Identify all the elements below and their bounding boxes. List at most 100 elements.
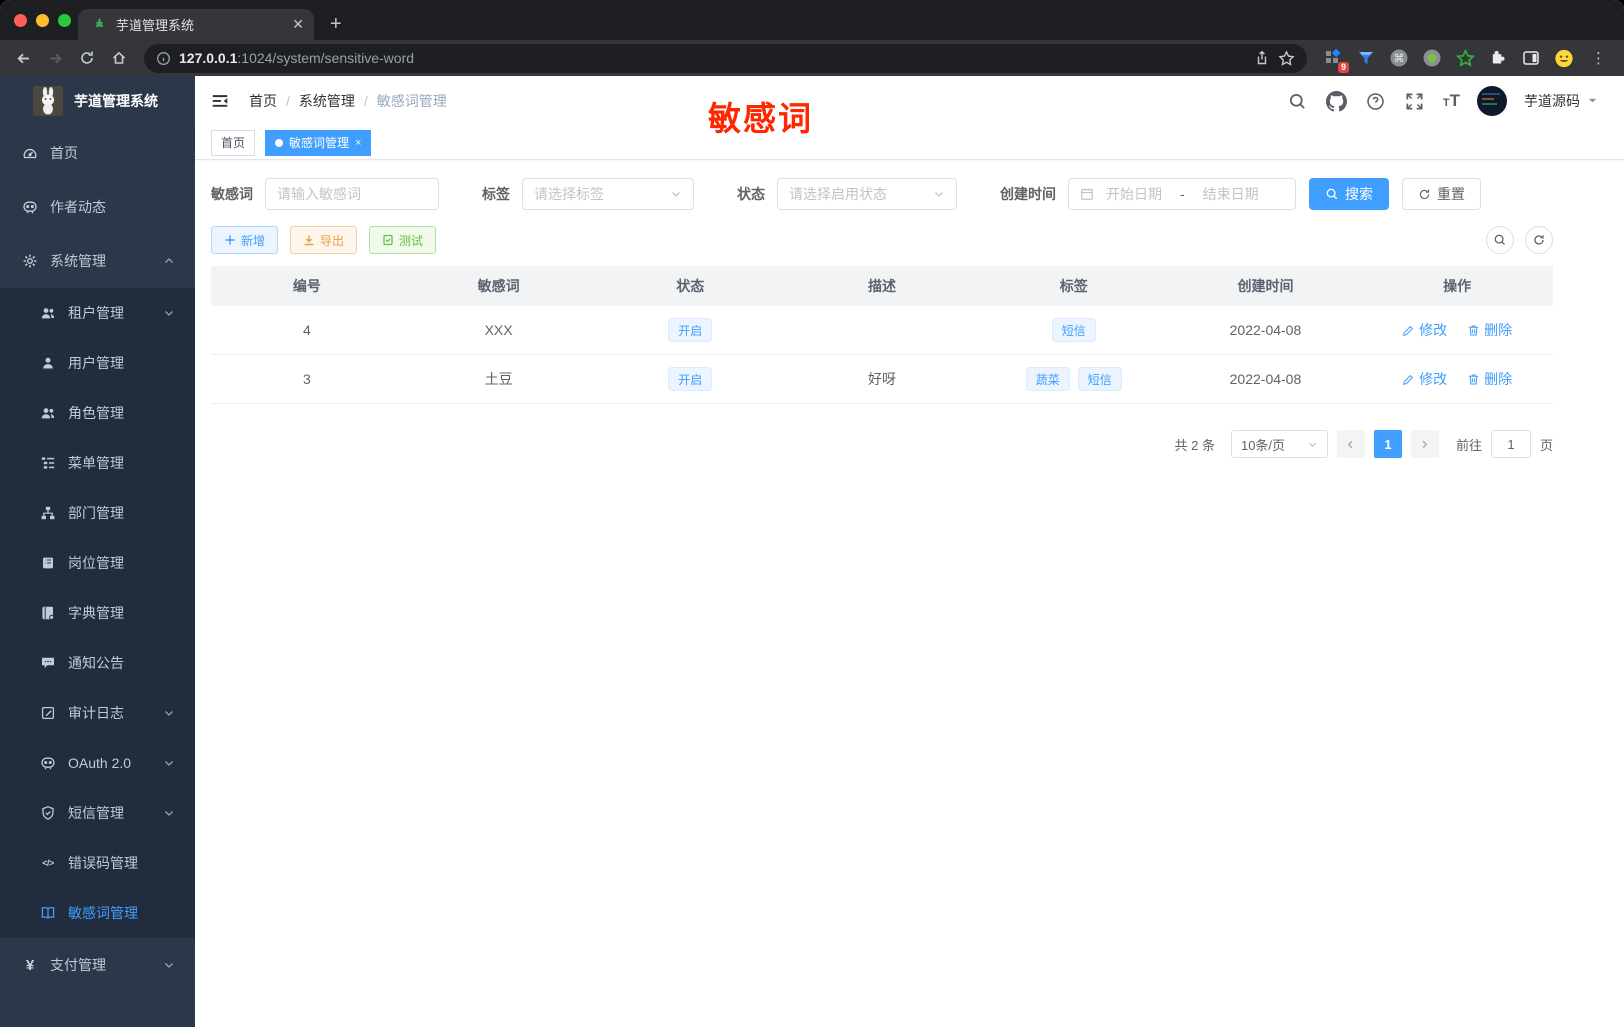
user-menu[interactable]: 芋道源码 <box>1524 91 1598 111</box>
date-range-picker[interactable]: 开始日期 - 结束日期 <box>1068 178 1296 210</box>
gear-icon <box>22 253 38 269</box>
sidebar-item-作者动态[interactable]: 作者动态 <box>0 180 195 234</box>
yen-icon: ¥ <box>25 956 35 974</box>
github-icon[interactable] <box>1326 90 1348 112</box>
active-dot <box>275 138 284 147</box>
sidebar-item-OAuth-2.0[interactable]: OAuth 2.0 <box>0 738 195 788</box>
table-body: 4 XXX 开启 短信 2022-04-08 修改 删除 3 土豆 开启 好呀 蔬菜 短信 2022-04… <box>211 306 1553 404</box>
record-extension-icon[interactable] <box>1422 48 1442 68</box>
tag-tab-sensitive-word[interactable]: 敏感词管理 × <box>265 129 372 156</box>
status-select[interactable]: 请选择启用状态 <box>777 178 957 210</box>
new-tab-button[interactable]: + <box>330 14 342 34</box>
app-header: 首页 / 系统管理 / 敏感词管理 T T 芋道源码 <box>195 76 1624 126</box>
funnel-extension-icon[interactable] <box>1356 48 1376 68</box>
url-bar[interactable]: 127.0.0.1:1024/system/sensitive-word <box>144 43 1307 73</box>
puzzle-extensions-icon[interactable] <box>1488 48 1508 68</box>
share-icon[interactable] <box>1254 50 1270 66</box>
delete-link[interactable]: 删除 <box>1467 320 1512 340</box>
chevron-down-icon <box>163 707 175 719</box>
font-size-icon[interactable]: TT <box>1443 91 1460 111</box>
browser-menu-icon[interactable]: ⋮ <box>1587 49 1610 67</box>
breadcrumb-home[interactable]: 首页 <box>249 91 277 111</box>
show-search-toggle-button[interactable] <box>1486 226 1514 254</box>
sidebar-item-角色管理[interactable]: 角色管理 <box>0 388 195 438</box>
user-avatar[interactable] <box>1477 86 1507 116</box>
audit-log-icon <box>40 705 56 721</box>
collapse-sidebar-icon[interactable] <box>209 90 231 112</box>
sidebar-item-敏感词管理[interactable]: 敏感词管理 <box>0 888 195 938</box>
breadcrumb-system[interactable]: 系统管理 <box>299 91 355 111</box>
sidebar-item-岗位管理[interactable]: 岗位管理 <box>0 538 195 588</box>
keyword-label: 敏感词 <box>211 186 253 202</box>
sidebar-item-label: 错误码管理 <box>68 855 138 871</box>
edit-link[interactable]: 修改 <box>1402 320 1447 340</box>
chevron-down-icon <box>933 188 945 200</box>
post-icon <box>40 555 56 571</box>
org-icon <box>40 505 56 521</box>
cell-desc: 好呀 <box>868 371 897 387</box>
column-header: 编号 <box>292 278 321 294</box>
keyword-input[interactable] <box>277 186 427 202</box>
fullscreen-icon[interactable] <box>1404 90 1426 112</box>
sidebar-item-label: 系统管理 <box>50 253 106 269</box>
export-button[interactable]: 导出 <box>290 226 358 254</box>
test-button[interactable]: 测试 <box>369 226 437 254</box>
sidebar-item-通知公告[interactable]: 通知公告 <box>0 638 195 688</box>
command-extension-icon[interactable]: ⌘ <box>1389 48 1409 68</box>
sidebar-item-字典管理[interactable]: 字典管理 <box>0 588 195 638</box>
chevron-down-icon <box>163 807 175 819</box>
sidebar-item-首页[interactable]: 首页 <box>0 126 195 180</box>
sidebar-item-部门管理[interactable]: 部门管理 <box>0 488 195 538</box>
bookmark-star-icon[interactable] <box>1278 49 1295 67</box>
sidebar-item-短信管理[interactable]: 短信管理 <box>0 788 195 838</box>
search-icon[interactable] <box>1287 90 1309 112</box>
sidebar-item-租户管理[interactable]: 租户管理 <box>0 288 195 338</box>
dict-icon <box>40 605 56 621</box>
site-info-icon[interactable] <box>156 51 171 66</box>
prev-page-button[interactable] <box>1336 430 1365 458</box>
book-icon <box>40 905 56 921</box>
search-form: 敏感词 标签 请选择标签 状态 <box>211 178 1553 210</box>
page-number-1[interactable]: 1 <box>1373 430 1402 458</box>
help-icon[interactable] <box>1365 90 1387 112</box>
back-button[interactable] <box>10 45 36 71</box>
cell-tags: 蔬菜 短信 <box>978 367 1170 391</box>
sidebar-item-label: 角色管理 <box>68 405 124 421</box>
sidebar-item-审计日志[interactable]: 审计日志 <box>0 688 195 738</box>
zoom-window-button[interactable] <box>58 14 71 27</box>
delete-link[interactable]: 删除 <box>1467 369 1512 389</box>
sidebar-item-错误码管理[interactable]: </> 错误码管理 <box>0 838 195 888</box>
sidebar-item-系统管理[interactable]: 系统管理 <box>0 234 195 288</box>
sidebar-item-菜单管理[interactable]: 菜单管理 <box>0 438 195 488</box>
forward-button[interactable] <box>42 45 68 71</box>
tag-select[interactable]: 请选择标签 <box>522 178 694 210</box>
sidebar-item-支付管理[interactable]: ¥ 支付管理 <box>0 938 195 992</box>
edit-pen-icon <box>1402 324 1415 337</box>
next-page-button[interactable] <box>1410 430 1439 458</box>
sidebar-logo[interactable]: 芋道管理系统 <box>0 76 195 126</box>
status-label: 状态 <box>737 186 765 202</box>
goto-page-input[interactable] <box>1490 430 1531 458</box>
grid-diamond-extension-icon[interactable]: 9 <box>1323 48 1349 73</box>
edit-link[interactable]: 修改 <box>1402 369 1447 389</box>
reset-button[interactable]: 重置 <box>1402 178 1481 210</box>
table-toolbar: 新增 导出 测试 <box>211 226 1553 254</box>
sidebar-item-用户管理[interactable]: 用户管理 <box>0 338 195 388</box>
home-button[interactable] <box>106 45 132 71</box>
add-button[interactable]: 新增 <box>211 226 279 254</box>
refresh-table-button[interactable] <box>1525 226 1553 254</box>
side-panel-icon[interactable] <box>1521 48 1541 68</box>
sidebar-item-label: 部门管理 <box>68 505 124 521</box>
profile-avatar-emoji[interactable] <box>1554 48 1574 68</box>
browser-tab[interactable]: 芋道管理系统 ✕ <box>78 9 314 40</box>
cell-status: 开启 <box>594 367 786 391</box>
reload-button[interactable] <box>74 45 100 71</box>
close-window-button[interactable] <box>14 14 27 27</box>
tab-close-icon[interactable]: × <box>355 137 361 149</box>
tag-tab-home[interactable]: 首页 <box>211 129 256 156</box>
search-button[interactable]: 搜索 <box>1309 178 1389 210</box>
tab-close-icon[interactable]: ✕ <box>292 16 304 33</box>
green-star-extension-icon[interactable] <box>1455 48 1475 68</box>
page-size-select[interactable]: 10条/页 <box>1230 430 1328 458</box>
minimize-window-button[interactable] <box>36 14 49 27</box>
